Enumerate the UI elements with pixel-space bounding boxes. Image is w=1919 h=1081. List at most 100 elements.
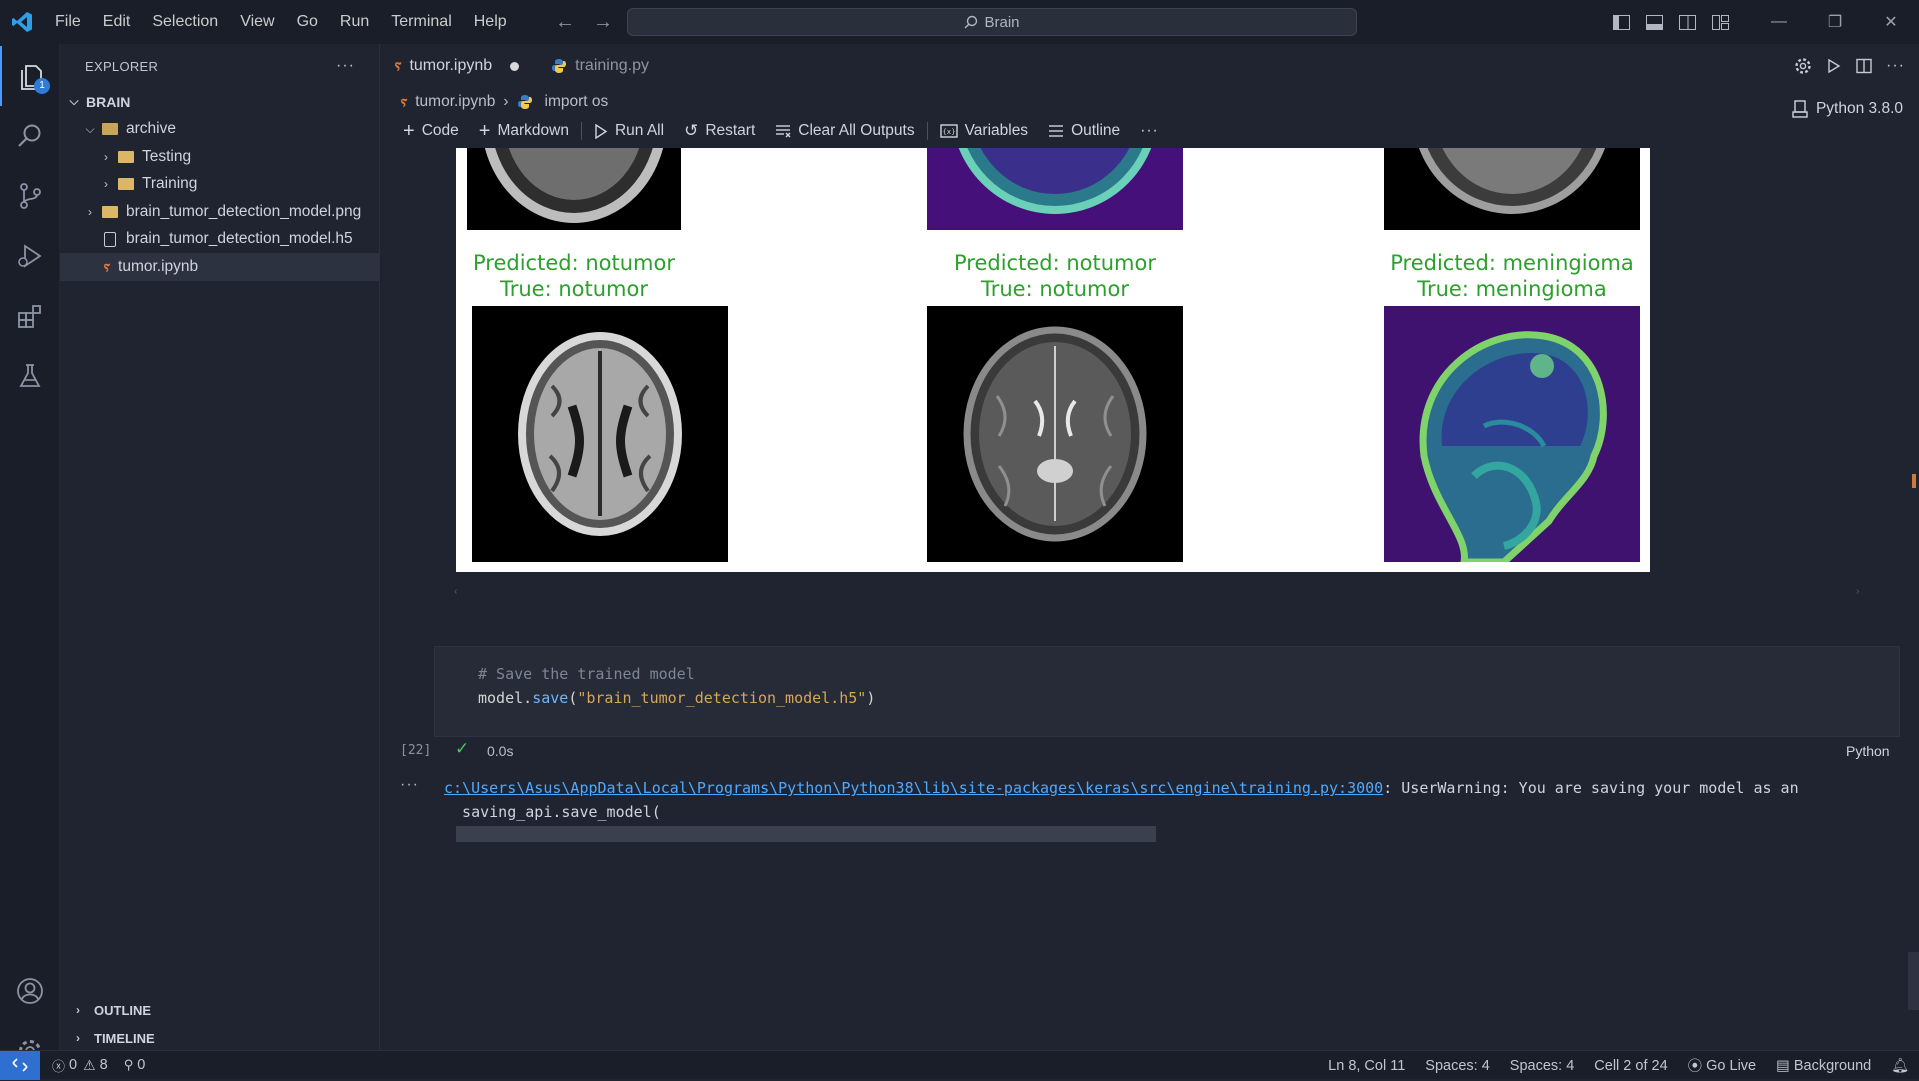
editor-scrollbar-thumb[interactable] [1908, 952, 1919, 1010]
accounts-activity[interactable] [0, 961, 60, 1021]
menu-selection[interactable]: Selection [141, 0, 229, 44]
menu-view[interactable]: View [229, 0, 285, 44]
tab-training-py[interactable]: training.py [537, 44, 667, 88]
indentation-2[interactable]: Spaces: 4 [1510, 1058, 1575, 1074]
tree-item-model-h5[interactable]: brain_tumor_detection_model.h5 [60, 226, 379, 254]
restart-button[interactable]: ↺ Restart [674, 121, 765, 141]
output-more-icon[interactable]: ··· [400, 776, 419, 794]
go-live-button[interactable]: ⦿ Go Live [1688, 1055, 1756, 1076]
close-icon[interactable]: ✕ [1863, 0, 1919, 44]
workspace-root[interactable]: ⌵ BRAIN [60, 88, 379, 116]
remote-indicator[interactable] [0, 1050, 40, 1080]
chevron-right-icon: › [76, 1031, 80, 1045]
output-scroll-right-icon[interactable]: › [1856, 586, 1859, 597]
code-editor[interactable]: # Save the trained model model.save("bra… [435, 647, 1899, 710]
chevron-right-icon: › [76, 1003, 80, 1017]
outline-button[interactable]: Outline [1038, 122, 1130, 140]
tab-tumor-ipynb[interactable]: ⲋ tumor.ipynb [381, 44, 538, 88]
kernel-icon [1792, 100, 1808, 118]
command-center-label: Brain [984, 13, 1020, 31]
menu-terminal[interactable]: Terminal [380, 0, 462, 44]
run-all-button[interactable]: Run All [584, 122, 674, 140]
file-icon [104, 231, 116, 247]
restart-icon: ↺ [684, 121, 699, 140]
search-activity[interactable] [0, 106, 60, 166]
warning-message: : UserWarning: You are saving your model… [1383, 779, 1799, 797]
split-editor-icon[interactable] [1856, 58, 1872, 74]
predicted-label: Predicted: notumor [954, 251, 1156, 275]
cell-language[interactable]: Python [1846, 743, 1890, 759]
add-markdown-label: Markdown [497, 122, 569, 139]
cell-indicator[interactable]: Cell 2 of 24 [1594, 1058, 1667, 1074]
code-cell[interactable]: # Save the trained model model.save("bra… [434, 646, 1900, 737]
toggle-panel-icon[interactable] [1638, 0, 1671, 44]
menu-help[interactable]: Help [463, 0, 518, 44]
menu-edit[interactable]: Edit [92, 0, 142, 44]
predicted-label: Predicted: meningioma [1390, 251, 1634, 275]
restart-label: Restart [705, 122, 756, 139]
timeline-section[interactable]: › TIMELINE [60, 1024, 380, 1052]
plus-icon: + [403, 119, 415, 142]
more-actions-icon[interactable]: ··· [1886, 57, 1905, 75]
tree-item-testing[interactable]: › Testing [60, 143, 379, 171]
toggle-primary-sidebar-icon[interactable] [1605, 0, 1638, 44]
code-paren-open: ( [568, 689, 578, 707]
restore-icon[interactable]: ❐ [1807, 0, 1863, 44]
add-code-button[interactable]: + Code [393, 120, 469, 143]
unsaved-dot-icon[interactable] [510, 61, 520, 71]
ports-indicator[interactable]: ⚲ 0 [124, 1057, 146, 1073]
forward-arrow-icon[interactable]: → [593, 11, 613, 34]
tree-item-archive[interactable]: ⌵ archive [60, 116, 379, 144]
output-scroll-left-icon[interactable]: ‹ [454, 586, 457, 597]
folder-icon [118, 178, 134, 191]
variables-label: Variables [964, 122, 1029, 139]
error-icon: ⓧ [52, 1058, 66, 1074]
toolbar-more-icon[interactable]: ··· [1130, 122, 1169, 140]
menu-file[interactable]: File [44, 0, 92, 44]
testing-activity[interactable] [0, 346, 60, 406]
outline-section[interactable]: › OUTLINE [60, 996, 380, 1024]
variables-button[interactable]: {x} Variables [930, 122, 1038, 140]
command-center-search[interactable]: Brain [627, 8, 1357, 36]
problems-indicator[interactable]: ⓧ 0 ⚠ 8 [52, 1056, 108, 1075]
mri-image-3 [1384, 306, 1640, 562]
back-arrow-icon[interactable]: ← [555, 11, 575, 34]
run-icon[interactable] [1826, 58, 1842, 74]
customize-layout-icon[interactable] [1704, 0, 1737, 44]
chevron-right-icon: › [104, 149, 108, 164]
tree-item-label: brain_tumor_detection_model.png [126, 202, 362, 220]
output-horizontal-scrollbar[interactable] [456, 826, 1156, 842]
run-debug-activity[interactable] [0, 226, 60, 286]
add-markdown-button[interactable]: + Markdown [469, 120, 579, 143]
tab-label: tumor.ipynb [409, 57, 493, 74]
explorer-more-icon[interactable]: ··· [336, 57, 355, 75]
tree-item-training[interactable]: › Training [60, 171, 379, 199]
source-control-activity[interactable] [0, 166, 60, 226]
tree-item-model-png[interactable]: › brain_tumor_detection_model.png [60, 198, 379, 226]
python-icon [517, 95, 532, 109]
background-button[interactable]: ▤ Background [1776, 1058, 1871, 1074]
explorer-activity[interactable]: 1 [0, 46, 60, 106]
menu-go[interactable]: Go [286, 0, 329, 44]
execution-duration: 0.0s [487, 743, 514, 759]
indentation-1[interactable]: Spaces: 4 [1425, 1058, 1490, 1074]
menu-run[interactable]: Run [329, 0, 380, 44]
toggle-secondary-sidebar-icon[interactable] [1671, 0, 1704, 44]
broadcast-icon: ⦿ [1687, 1059, 1703, 1075]
extensions-activity[interactable] [0, 286, 60, 346]
minimize-icon[interactable]: — [1751, 0, 1807, 44]
clear-outputs-label: Clear All Outputs [798, 122, 915, 139]
mri-image-1 [472, 306, 728, 562]
traceback-link[interactable]: c:\Users\Asus\AppData\Local\Programs\Pyt… [444, 779, 1383, 797]
kernel-picker[interactable]: Python 3.8.0 [1792, 100, 1903, 118]
tree-item-notebook[interactable]: ⲋ tumor.ipynb [60, 253, 379, 281]
bell-icon[interactable]: 🔔︎ [1891, 1057, 1909, 1074]
notebook-settings-gear-icon[interactable] [1794, 57, 1812, 75]
prediction-figure: Predicted: notumor True: notumor Predict… [456, 148, 1650, 572]
breadcrumb-symbol[interactable]: import os [545, 93, 609, 111]
folder-open-icon [102, 123, 118, 136]
cursor-position[interactable]: Ln 8, Col 11 [1328, 1058, 1405, 1074]
clear-outputs-button[interactable]: Clear All Outputs [765, 122, 924, 140]
breadcrumb-file[interactable]: tumor.ipynb [415, 93, 495, 111]
python-icon [552, 59, 567, 73]
